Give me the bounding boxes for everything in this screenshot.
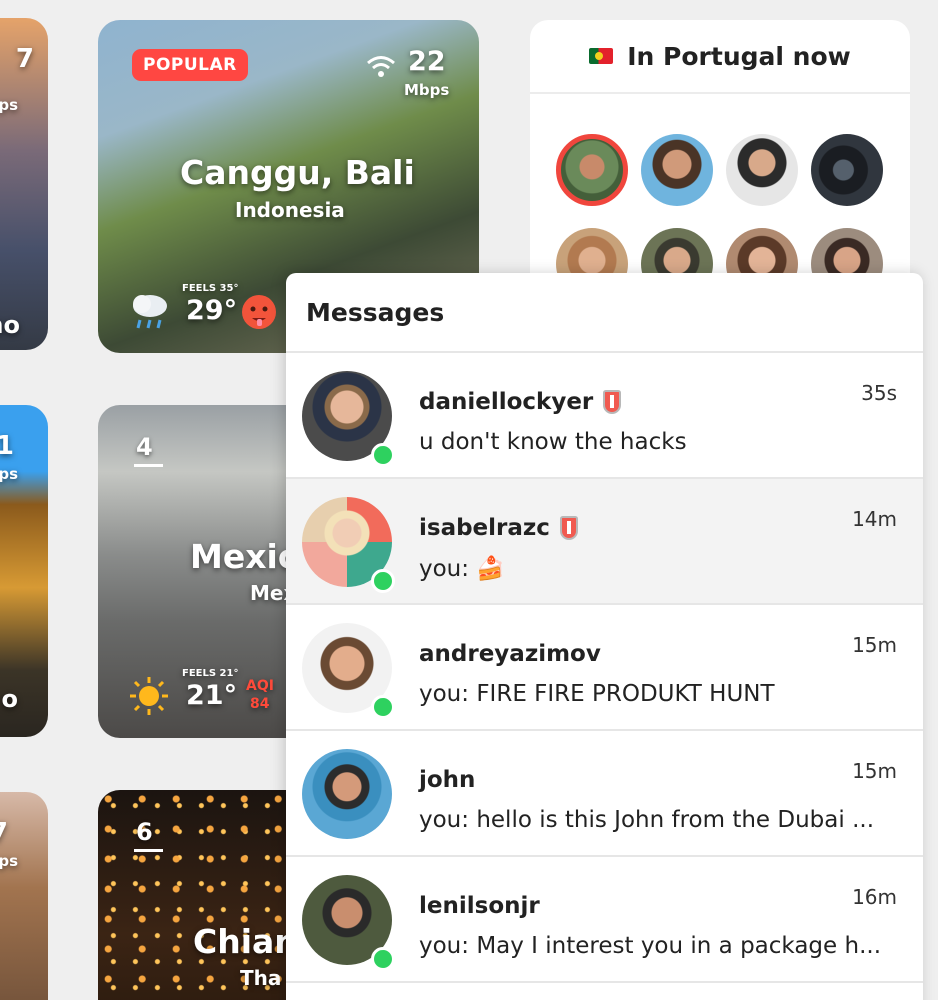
online-indicator — [371, 947, 395, 971]
city-name-fragment: no — [0, 311, 20, 339]
message-item[interactable]: andreyazimov 15m you: FIRE FIRE PRODUKT … — [286, 605, 923, 731]
city-name: Chian — [193, 922, 298, 961]
country-name: Tha — [240, 966, 282, 990]
verified-shield-icon — [603, 390, 622, 414]
avatar[interactable] — [641, 134, 713, 206]
temperature: 29° — [186, 295, 238, 326]
city-rank: 4 — [134, 433, 163, 467]
message-sender: andreyazimov — [419, 641, 601, 667]
messages-header: Messages — [286, 273, 923, 353]
avatar[interactable] — [811, 134, 883, 206]
sun-icon — [128, 675, 170, 721]
message-item[interactable]: lenilsonjr 16m you: May I interest you i… — [286, 857, 923, 983]
aqi-value: 84 — [250, 696, 270, 712]
message-preview: you: 🍰 — [419, 556, 505, 582]
portugal-panel-header: In Portugal now — [530, 20, 910, 94]
aqi-label: AQI — [246, 678, 274, 694]
internet-speed: 22 — [408, 46, 446, 77]
online-indicator — [371, 695, 395, 719]
sender-name: andreyazimov — [419, 641, 601, 667]
feels-like: FEELS 35° — [182, 283, 239, 294]
message-time: 16m — [852, 885, 897, 909]
city-name: Canggu, Bali — [180, 153, 415, 192]
message-item[interactable]: isabelrazc 14m you: 🍰 — [286, 479, 923, 605]
city-card-left-1[interactable]: 7 ps no — [0, 18, 48, 350]
temperature: 21° — [186, 680, 238, 711]
avatar[interactable] — [726, 134, 798, 206]
portugal-panel-title: In Portugal now — [627, 41, 851, 71]
message-preview: you: May I interest you in a package h..… — [419, 933, 881, 959]
message-time: 14m — [852, 507, 897, 531]
hot-face-icon — [240, 293, 278, 335]
message-time: 35s — [861, 381, 897, 405]
city-card-mexico[interactable]: 4 Mexic Mex FEELS 21° 21° AQI 84 — [98, 405, 318, 738]
sender-name: lenilsonjr — [419, 893, 540, 919]
feels-like: FEELS 21° — [182, 668, 239, 679]
speed-unit: ps — [0, 852, 18, 870]
avatar[interactable] — [556, 134, 628, 206]
verified-shield-icon — [559, 516, 578, 540]
wifi-icon — [366, 52, 396, 85]
message-sender: john — [419, 767, 475, 793]
messages-panel: Messages daniellockyer 35s u don't know … — [286, 273, 923, 1000]
message-time: 15m — [852, 633, 897, 657]
internet-speed: 7 — [15, 44, 34, 74]
portugal-flag-icon — [589, 48, 614, 64]
sender-name: isabelrazc — [419, 515, 550, 541]
message-time: 15m — [852, 759, 897, 783]
country-name: Indonesia — [235, 198, 345, 222]
message-sender: daniellockyer — [419, 389, 622, 415]
city-card-left-3[interactable]: 7 ps — [0, 792, 48, 1000]
avatar — [302, 749, 392, 839]
speed-unit: ps — [0, 96, 18, 114]
popular-badge: POPULAR — [132, 49, 248, 81]
city-name: Mexic — [190, 537, 298, 576]
message-sender: isabelrazc — [419, 515, 578, 541]
speed-unit: ps — [0, 465, 18, 483]
online-indicator — [371, 443, 395, 467]
rain-cloud-icon — [128, 290, 172, 341]
message-sender: lenilsonjr — [419, 893, 540, 919]
message-item[interactable]: john 15m you: hello is this John from th… — [286, 731, 923, 857]
message-item[interactable]: daniellockyer 35s u don't know the hacks — [286, 353, 923, 479]
sender-name: john — [419, 767, 476, 793]
message-preview: u don't know the hacks — [419, 429, 687, 455]
message-preview: you: hello is this John from the Dubai .… — [419, 807, 875, 833]
internet-speed: 1 — [0, 431, 14, 461]
messages-title: Messages — [306, 297, 445, 327]
internet-speed: 7 — [0, 818, 8, 848]
city-card-left-2[interactable]: 1 ps o — [0, 405, 48, 737]
city-card-chiang-mai[interactable]: 6 Chian Tha — [98, 790, 318, 1000]
speed-unit: Mbps — [404, 81, 450, 99]
online-indicator — [371, 569, 395, 593]
sender-name: daniellockyer — [419, 389, 594, 415]
city-name-fragment: o — [1, 685, 19, 713]
city-rank: 6 — [134, 818, 163, 852]
message-preview: you: FIRE FIRE PRODUKT HUNT — [419, 681, 775, 707]
